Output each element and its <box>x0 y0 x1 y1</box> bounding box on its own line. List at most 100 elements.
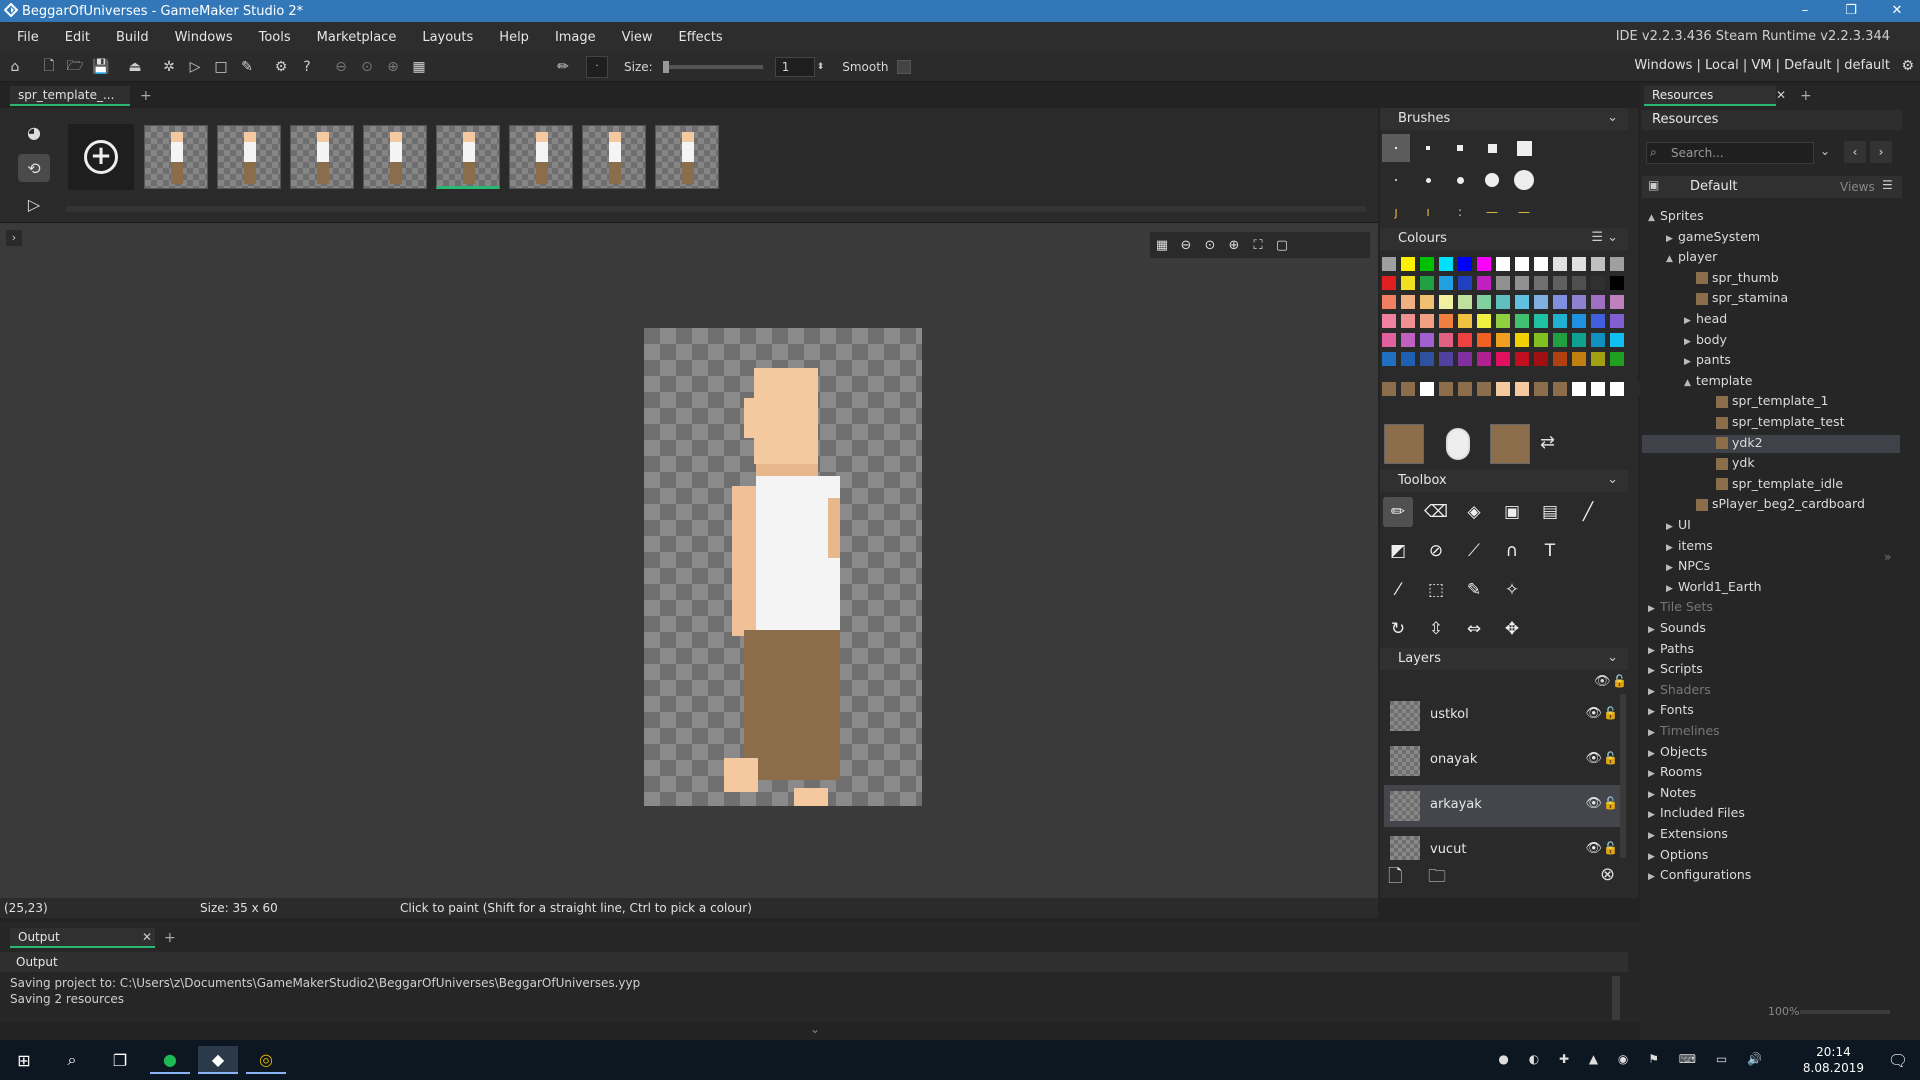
lock-icon[interactable]: 🔓 <box>1603 796 1618 810</box>
palette-swatch[interactable] <box>1477 257 1491 271</box>
menu-image[interactable]: Image <box>542 30 609 45</box>
brush-square-1[interactable] <box>1382 134 1410 162</box>
frame-thumb[interactable] <box>144 125 208 189</box>
brush-square-2[interactable] <box>1414 134 1442 162</box>
palette-swatch[interactable] <box>1591 352 1605 366</box>
palette-swatch[interactable] <box>1420 295 1434 309</box>
open-project-icon[interactable]: 🗁 <box>64 56 86 78</box>
palette-swatch[interactable] <box>1439 276 1453 290</box>
pencil-tool-icon[interactable]: ✏ <box>1383 497 1413 527</box>
flip-horizontal-icon[interactable]: ⇔ <box>1459 614 1489 644</box>
palette-swatch[interactable] <box>1515 314 1529 328</box>
palette-swatch[interactable] <box>1401 276 1415 290</box>
custom-swatch[interactable] <box>1515 382 1529 396</box>
brush-round-2[interactable] <box>1414 166 1442 194</box>
chevron-down-icon[interactable]: ⌄ <box>1820 144 1830 158</box>
palette-swatch[interactable] <box>1515 276 1529 290</box>
resource-tree-item[interactable]: spr_template_test <box>1704 414 1845 432</box>
brush-round-1[interactable] <box>1382 166 1410 194</box>
layers-scrollbar[interactable] <box>1620 694 1626 858</box>
expand-arrow-icon[interactable]: ▶ <box>1666 563 1678 573</box>
brush-square-4[interactable] <box>1478 134 1506 162</box>
palette-swatch[interactable] <box>1458 333 1472 347</box>
custom-swatch[interactable] <box>1439 382 1453 396</box>
resource-tree-item[interactable]: ▶ Included Files <box>1648 805 1745 823</box>
add-frame-button[interactable]: + <box>68 124 134 190</box>
resource-tree-item[interactable]: ▶ Sounds <box>1648 620 1706 638</box>
palette-swatch[interactable] <box>1572 295 1586 309</box>
palette-swatch[interactable] <box>1610 314 1624 328</box>
resource-tree-item[interactable]: spr_thumb <box>1684 270 1779 288</box>
palette-swatch[interactable] <box>1610 295 1624 309</box>
palette-swatch[interactable] <box>1610 276 1624 290</box>
layer-row-selected[interactable]: arkayak 👁 🔓 <box>1384 785 1624 827</box>
maximize-button[interactable]: ❐ <box>1828 0 1874 22</box>
minimize-button[interactable]: – <box>1782 0 1828 22</box>
menu-layouts[interactable]: Layouts <box>409 30 486 45</box>
play-animation-icon[interactable]: ▷ <box>18 190 50 218</box>
resource-tree-item[interactable]: ▶ items <box>1666 538 1713 556</box>
resource-search-input[interactable]: Search... <box>1646 142 1814 164</box>
lock-icon[interactable]: 🔓 <box>1603 706 1618 720</box>
zoom-out-canvas-icon[interactable]: ⊖ <box>1174 238 1198 253</box>
palette-swatch[interactable] <box>1553 295 1567 309</box>
frame-thumb[interactable] <box>290 125 354 189</box>
custom-swatch[interactable] <box>1610 382 1624 396</box>
chevron-down-icon[interactable]: ⌄ <box>1607 472 1618 487</box>
resource-tree-item[interactable]: ▶ Objects <box>1648 744 1707 762</box>
magic-wand-icon[interactable]: ✧ <box>1497 575 1527 605</box>
size-slider-handle[interactable] <box>662 60 669 73</box>
brush-shape-icon[interactable]: · <box>586 55 608 78</box>
run-icon[interactable]: ▷ <box>184 56 206 78</box>
menu-view[interactable]: View <box>609 30 666 45</box>
secondary-colour-swatch[interactable] <box>1490 424 1530 464</box>
palette-swatch[interactable] <box>1458 314 1472 328</box>
eraser-tool-icon[interactable]: ⌫ <box>1421 497 1451 527</box>
chevron-down-icon[interactable]: ⌄ <box>1607 110 1618 125</box>
toolbox-header[interactable]: Toolbox ⌄ <box>1380 470 1628 492</box>
palette-swatch[interactable] <box>1553 257 1567 271</box>
zoom-reset-canvas-icon[interactable]: ⊙ <box>1198 238 1222 253</box>
stop-icon[interactable]: □ <box>210 56 232 78</box>
close-button[interactable]: ✕ <box>1874 0 1920 22</box>
resource-tree-item[interactable]: spr_template_idle <box>1704 476 1843 494</box>
resource-tree-item[interactable]: spr_stamina <box>1684 290 1788 308</box>
onion-skin-icon[interactable]: ◕ <box>18 118 50 146</box>
palette-swatch[interactable] <box>1610 257 1624 271</box>
menu-edit[interactable]: Edit <box>52 30 103 45</box>
text-tool-icon[interactable]: T <box>1535 536 1565 566</box>
palette-swatch[interactable] <box>1496 314 1510 328</box>
frame-thumb[interactable] <box>582 125 646 189</box>
export-icon[interactable]: ⏏ <box>124 56 146 78</box>
frame-thumb[interactable] <box>509 125 573 189</box>
eye-icon[interactable]: 👁 <box>1585 706 1602 721</box>
palette-swatch[interactable] <box>1401 295 1415 309</box>
resource-tree-item[interactable]: ▶ Configurations <box>1648 867 1751 885</box>
palette-swatch[interactable] <box>1420 314 1434 328</box>
resource-tree-item[interactable]: ▶ Timelines <box>1648 723 1720 741</box>
palette-swatch[interactable] <box>1591 276 1605 290</box>
help-icon[interactable]: ? <box>296 56 318 78</box>
palette-swatch[interactable] <box>1496 333 1510 347</box>
fit-view-icon[interactable]: ⛶ <box>1246 238 1270 253</box>
custom-swatch[interactable] <box>1553 382 1567 396</box>
palette-swatch[interactable] <box>1515 295 1529 309</box>
palette-swatch[interactable] <box>1458 257 1472 271</box>
palette-swatch[interactable] <box>1496 257 1510 271</box>
palette-swatch[interactable] <box>1496 352 1510 366</box>
views-label[interactable]: Views <box>1840 180 1875 194</box>
collapse-pane-icon[interactable]: » <box>1884 550 1891 564</box>
expand-arrow-icon[interactable]: ▶ <box>1648 831 1660 841</box>
expand-arrow-icon[interactable]: ▶ <box>1648 666 1660 676</box>
delete-layer-icon[interactable]: ⊗ <box>1600 864 1615 885</box>
brush-round-5[interactable] <box>1510 166 1538 194</box>
palette-swatch[interactable] <box>1458 352 1472 366</box>
primary-colour-swatch[interactable] <box>1384 424 1424 464</box>
clean-icon[interactable]: ✎ <box>236 56 258 78</box>
brush-square-3[interactable] <box>1446 134 1474 162</box>
expand-arrow-icon[interactable]: ▶ <box>1648 872 1660 882</box>
palette-swatch[interactable] <box>1477 333 1491 347</box>
ellipse-tool-icon[interactable]: ⊘ <box>1421 536 1451 566</box>
colour-picker-icon[interactable]: ⁄ <box>1383 575 1413 605</box>
expand-arrow-icon[interactable]: ▶ <box>1648 790 1660 800</box>
